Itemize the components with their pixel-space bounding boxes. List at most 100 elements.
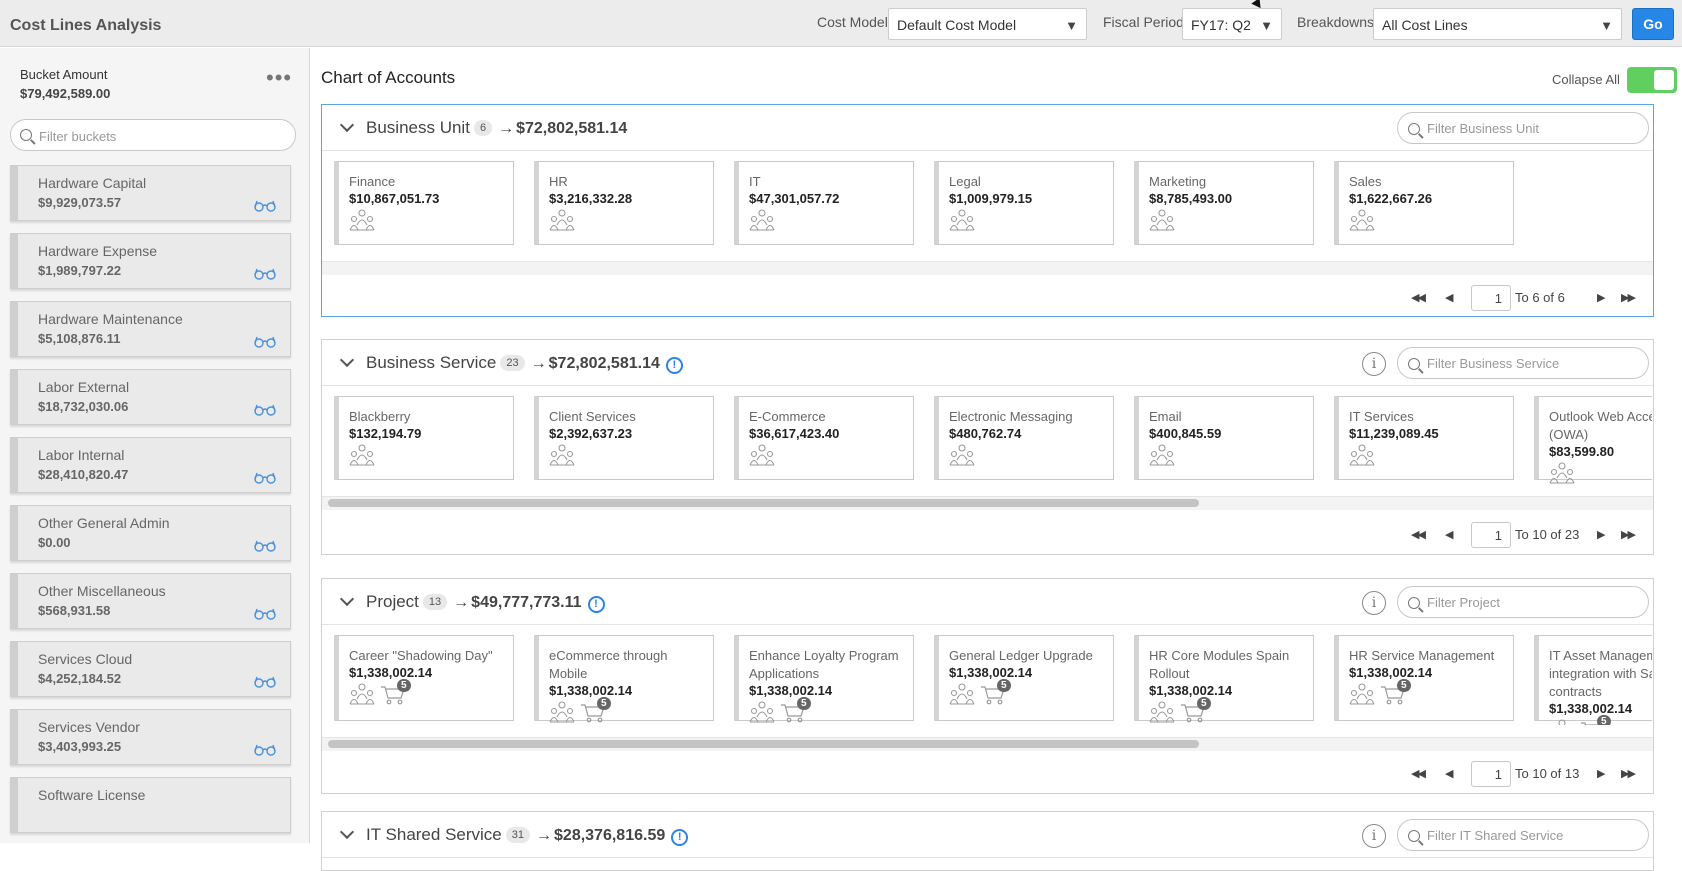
account-card[interactable]: Electronic Messaging $480,762.74 bbox=[934, 396, 1114, 480]
account-card[interactable]: E-Commerce $36,617,423.40 bbox=[734, 396, 914, 480]
glasses-icon[interactable] bbox=[254, 200, 276, 212]
section-business-service: Business Service 23 → $72,802,581.14! i Filte… bbox=[321, 339, 1654, 555]
chevron-down-icon[interactable] bbox=[339, 591, 355, 607]
account-card[interactable]: IT Asset Management integration with Sal… bbox=[1534, 635, 1652, 725]
first-page-icon[interactable]: ◀◀ bbox=[1411, 528, 1426, 541]
first-page-icon[interactable]: ◀◀ bbox=[1411, 767, 1426, 780]
info-icon[interactable]: i bbox=[1362, 352, 1386, 376]
card-name: IT bbox=[749, 174, 761, 189]
account-card[interactable]: Finance $10,867,051.73 bbox=[334, 161, 514, 245]
chevron-down-icon[interactable] bbox=[339, 352, 355, 368]
bucket-card[interactable]: Services Vendor $3,403,993.25 bbox=[10, 709, 291, 765]
glasses-icon[interactable] bbox=[254, 744, 276, 756]
bucket-card[interactable]: Other General Admin $0.00 bbox=[10, 505, 291, 561]
section-filter-input[interactable]: Filter IT Shared Service bbox=[1397, 819, 1649, 851]
prev-page-icon[interactable]: ◀ bbox=[1445, 291, 1454, 304]
horizontal-scrollbar[interactable] bbox=[328, 740, 1199, 748]
alert-icon[interactable]: ! bbox=[665, 357, 683, 374]
chevron-down-icon: ▼ bbox=[1260, 18, 1273, 33]
people-icon bbox=[949, 444, 975, 466]
bucket-card[interactable]: Labor Internal $28,410,820.47 bbox=[10, 437, 291, 493]
account-card[interactable]: Sales $1,622,667.26 bbox=[1334, 161, 1514, 245]
account-card[interactable]: Outlook Web Access (OWA) $83,599.80 bbox=[1534, 396, 1652, 484]
account-card[interactable]: Marketing $8,785,493.00 bbox=[1134, 161, 1314, 245]
account-card[interactable]: IT $47,301,057.72 bbox=[734, 161, 914, 245]
bucket-card[interactable]: Hardware Capital $9,929,073.57 bbox=[10, 165, 291, 221]
account-card[interactable]: HR Service Management $1,338,002.14 5 bbox=[1334, 635, 1514, 721]
count-badge: 5 bbox=[997, 679, 1011, 692]
breakdowns-select[interactable]: All Cost Lines ▼ bbox=[1373, 8, 1622, 40]
glasses-icon[interactable] bbox=[254, 472, 276, 484]
card-name: Electronic Messaging bbox=[949, 409, 1073, 424]
section-total: $28,376,816.59 bbox=[554, 827, 666, 844]
section-filter-input[interactable]: Filter Project bbox=[1397, 586, 1649, 618]
account-card[interactable]: Blackberry $132,194.79 bbox=[334, 396, 514, 480]
last-page-icon[interactable]: ▶▶ bbox=[1621, 767, 1636, 780]
first-page-icon[interactable]: ◀◀ bbox=[1411, 291, 1426, 304]
next-page-icon[interactable]: ▶ bbox=[1597, 291, 1606, 304]
account-card[interactable]: HR $3,216,332.28 bbox=[534, 161, 714, 245]
next-page-icon[interactable]: ▶ bbox=[1597, 767, 1606, 780]
account-card[interactable]: IT Services $11,239,089.45 bbox=[1334, 396, 1514, 480]
alert-icon[interactable]: ! bbox=[671, 829, 689, 846]
glasses-icon[interactable] bbox=[254, 404, 276, 416]
chevron-down-icon[interactable] bbox=[339, 117, 355, 133]
page-number-input[interactable]: 1 bbox=[1471, 522, 1511, 548]
more-options-icon[interactable]: ••• bbox=[266, 67, 292, 89]
account-card[interactable]: Legal $1,009,979.15 bbox=[934, 161, 1114, 245]
collapse-all-toggle[interactable] bbox=[1627, 67, 1677, 93]
bucket-card[interactable]: Labor External $18,732,030.06 bbox=[10, 369, 291, 425]
people-icon bbox=[1149, 444, 1175, 466]
prev-page-icon[interactable]: ◀ bbox=[1445, 767, 1454, 780]
chevron-down-icon[interactable] bbox=[339, 824, 355, 840]
page-number-input[interactable]: 1 bbox=[1471, 285, 1511, 311]
alert-icon[interactable]: ! bbox=[587, 596, 605, 613]
people-icon bbox=[1349, 683, 1375, 705]
info-icon[interactable]: i bbox=[1362, 824, 1386, 848]
bucket-card[interactable]: Hardware Maintenance $5,108,876.11 bbox=[10, 301, 291, 357]
horizontal-scrollbar[interactable] bbox=[328, 499, 1199, 507]
card-amount: $1,338,002.14 bbox=[1149, 683, 1233, 698]
count-badge: 13 bbox=[422, 594, 448, 610]
last-page-icon[interactable]: ▶▶ bbox=[1621, 528, 1636, 541]
filter-placeholder: Filter Business Service bbox=[1427, 356, 1560, 371]
breakdowns-value: All Cost Lines bbox=[1382, 17, 1468, 33]
glasses-icon[interactable] bbox=[254, 336, 276, 348]
prev-page-icon[interactable]: ◀ bbox=[1445, 528, 1454, 541]
glasses-icon[interactable] bbox=[254, 676, 276, 688]
card-name: HR bbox=[549, 174, 568, 189]
scroll-track bbox=[322, 261, 1653, 275]
account-card[interactable]: General Ledger Upgrade $1,338,002.14 5 bbox=[934, 635, 1114, 721]
count-badge: 5 bbox=[797, 697, 811, 710]
bucket-card[interactable]: Services Cloud $4,252,184.52 bbox=[10, 641, 291, 697]
section-total: $49,777,773.11 bbox=[471, 594, 582, 611]
card-name: Email bbox=[1149, 409, 1182, 424]
bucket-card[interactable]: Hardware Expense $1,989,797.22 bbox=[10, 233, 291, 289]
glasses-icon[interactable] bbox=[254, 540, 276, 552]
page-number-input[interactable]: 1 bbox=[1471, 761, 1511, 787]
account-card[interactable]: Enhance Loyalty Program Applications $1,3… bbox=[734, 635, 914, 723]
account-card[interactable]: Career "Shadowing Day" $1,338,002.14 5 bbox=[334, 635, 514, 721]
section-filter-input[interactable]: Filter Business Service bbox=[1397, 347, 1649, 379]
glasses-icon[interactable] bbox=[254, 608, 276, 620]
cost-model-select[interactable]: Default Cost Model ▼ bbox=[888, 8, 1087, 40]
account-card[interactable]: Email $400,845.59 bbox=[1134, 396, 1314, 480]
section-filter-input[interactable]: Filter Business Unit bbox=[1397, 112, 1649, 144]
account-card[interactable]: HR Core Modules Spain Rollout $1,338,002.… bbox=[1134, 635, 1314, 723]
last-page-icon[interactable]: ▶▶ bbox=[1621, 291, 1636, 304]
next-page-icon[interactable]: ▶ bbox=[1597, 528, 1606, 541]
fiscal-period-select[interactable]: FY17: Q2 ▼ bbox=[1182, 8, 1282, 40]
bucket-amount-label: Bucket Amount bbox=[20, 67, 108, 82]
account-card[interactable]: eCommerce through Mobile $1,338,002.14 5 bbox=[534, 635, 714, 723]
bucket-filter-input[interactable]: Filter buckets bbox=[10, 119, 296, 151]
info-icon[interactable]: i bbox=[1362, 591, 1386, 615]
scroll-track bbox=[322, 737, 1653, 751]
bucket-card[interactable]: Software License bbox=[10, 777, 291, 833]
arrow-right-icon: → bbox=[453, 594, 470, 611]
bucket-card[interactable]: Other Miscellaneous $568,931.58 bbox=[10, 573, 291, 629]
search-icon bbox=[1408, 597, 1420, 609]
go-button[interactable]: Go bbox=[1632, 8, 1674, 40]
section-title-text: Business Unit bbox=[366, 118, 470, 137]
glasses-icon[interactable] bbox=[254, 268, 276, 280]
account-card[interactable]: Client Services $2,392,637.23 bbox=[534, 396, 714, 480]
